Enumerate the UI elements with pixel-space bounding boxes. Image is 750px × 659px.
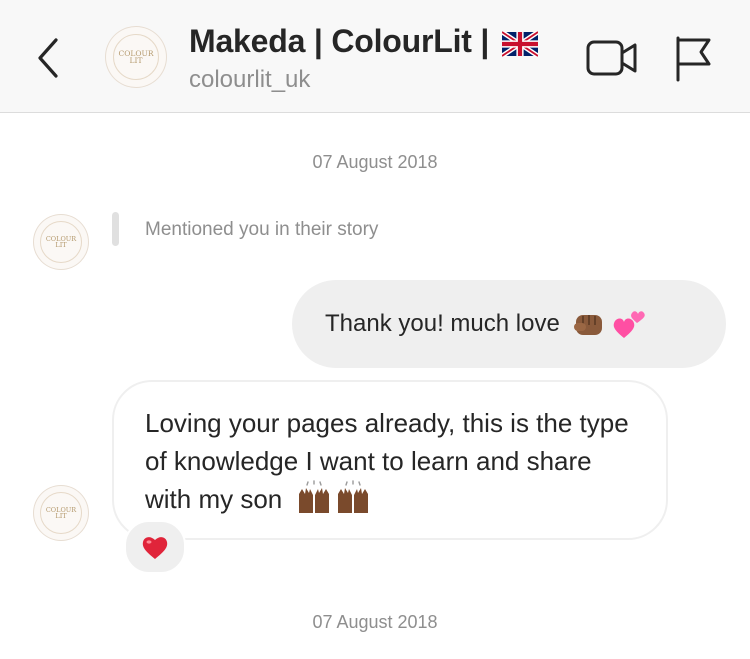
outgoing-message-bubble[interactable]: Thank you! much love (292, 280, 726, 368)
incoming-message-text: Loving your pages already, this is the t… (145, 408, 629, 514)
avatar-logo: COLOUR LIT (40, 492, 82, 534)
avatar-logo: COLOUR LIT (113, 34, 159, 80)
heart-emoji (142, 537, 168, 559)
two-hearts-emoji (613, 311, 645, 338)
incoming-message-bubble[interactable]: Loving your pages already, this is the t… (112, 380, 668, 540)
avatar-logo: COLOUR LIT (40, 221, 82, 263)
uk-flag-emoji (501, 30, 538, 57)
contact-username: colourlit_uk (189, 66, 311, 93)
back-chevron-icon[interactable] (28, 36, 68, 80)
header-avatar[interactable]: COLOUR LIT (106, 27, 166, 87)
sender-avatar[interactable]: COLOUR LIT (34, 215, 88, 269)
raised-hands-emoji (298, 480, 368, 513)
chat-title[interactable]: Makeda | ColourLit | (189, 23, 538, 60)
report-flag-icon[interactable] (673, 34, 713, 82)
heart-reaction[interactable] (124, 520, 186, 574)
date-separator: 07 August 2018 (312, 152, 438, 172)
story-reply-bar (112, 212, 119, 246)
video-call-icon[interactable] (586, 38, 638, 78)
fist-emoji (573, 315, 602, 335)
contact-name: Makeda | ColourLit | (189, 23, 490, 59)
chat-header: COLOUR LIT Makeda | ColourLit | colourli… (0, 0, 750, 113)
sender-avatar[interactable]: COLOUR LIT (34, 486, 88, 540)
outgoing-message-text: Thank you! much love (325, 310, 560, 337)
date-separator: 07 August 2018 (312, 612, 438, 632)
story-mention-text[interactable]: Mentioned you in their story (145, 219, 378, 241)
